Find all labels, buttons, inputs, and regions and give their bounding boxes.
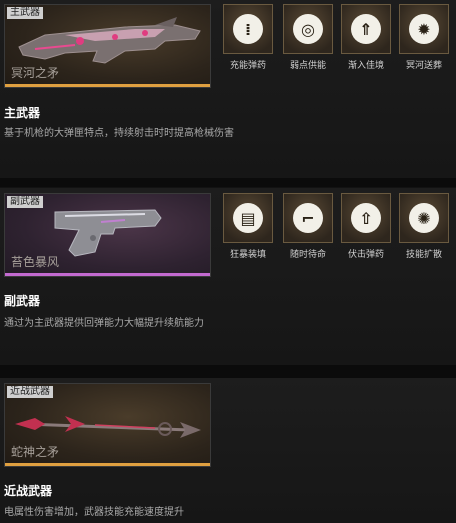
weapon-slot-tag: 近战武器: [7, 386, 53, 398]
skill-label: 伏击弹药: [347, 250, 384, 260]
skill-label: 渐入佳境: [347, 61, 384, 71]
weapon-slot-tag: 副武器: [7, 196, 43, 208]
primary-weapon-card[interactable]: 主武器 冥河之矛: [4, 4, 211, 88]
rising-shield-icon: ⇑: [351, 14, 381, 44]
section-divider: [0, 365, 456, 378]
section-description: 电属性伤害增加，武器技能充能速度提升: [4, 507, 184, 518]
skill-slot[interactable]: ⇧ 伏击弹药: [340, 193, 392, 260]
skill-icon-box: ▤: [223, 193, 273, 243]
section-divider: [0, 178, 456, 187]
burst-icon: ✺: [409, 203, 439, 233]
skill-icon-box: ⌐: [283, 193, 333, 243]
pistol-icon: ⌐: [293, 203, 323, 233]
skill-label: 狂暴装填: [229, 250, 266, 260]
card-underline: [5, 463, 210, 466]
card-underline: [5, 84, 210, 87]
arrow-up-icon: ⇧: [351, 203, 381, 233]
melee-weapon-section: 近战武器 蛇神之矛 近战武器 电属性伤害增加，武器技能充能速度提升: [0, 378, 456, 523]
skill-icon-box: ✹: [399, 4, 449, 54]
skill-label: 冥河送葬: [405, 61, 442, 71]
skill-label: 充能弹药: [229, 61, 266, 71]
section-title: 主武器: [4, 106, 41, 120]
skill-slot[interactable]: ◎ 弱点供能: [282, 4, 334, 71]
skill-slot[interactable]: ▤ 狂暴装填: [222, 193, 274, 260]
skill-icon-box: ✺: [399, 193, 449, 243]
skill-label: 随时待命: [289, 250, 326, 260]
skill-label: 弱点供能: [289, 61, 326, 71]
skill-slot[interactable]: ✺ 技能扩散: [398, 193, 450, 260]
skill-slot[interactable]: ⇑ 渐入佳境: [340, 4, 392, 71]
skill-slot[interactable]: ✹ 冥河送葬: [398, 4, 450, 71]
skill-label: 技能扩散: [405, 250, 442, 260]
weapon-name: 蛇神之矛: [11, 445, 60, 459]
section-description: 通过为主武器提供回弹能力大幅提升续航能力: [4, 318, 204, 329]
target-icon: ◎: [293, 14, 323, 44]
skill-slot[interactable]: ⁞ 充能弹药: [222, 4, 274, 71]
secondary-weapon-section: 副武器 苔色暴风 ▤ 狂暴装填 ⌐ 随时待命 ⇧ 伏击弹药 ✺ 技能扩散 副武器…: [0, 188, 456, 365]
ammo-icon: ⁞: [233, 14, 263, 44]
skill-icon-box: ◎: [283, 4, 333, 54]
weapon-name: 苔色暴风: [11, 255, 60, 269]
section-description: 基于机枪的大弹匣特点，持续射击时时提高枪械伤害: [4, 128, 234, 139]
magazine-icon: ▤: [233, 203, 263, 233]
card-underline: [5, 273, 210, 276]
section-title: 近战武器: [4, 484, 53, 498]
skill-slot[interactable]: ⌐ 随时待命: [282, 193, 334, 260]
weapon-slot-tag: 主武器: [7, 7, 43, 19]
weapon-name: 冥河之矛: [11, 66, 60, 80]
skill-icon-box: ⁞: [223, 4, 273, 54]
melee-weapon-card[interactable]: 近战武器 蛇神之矛: [4, 383, 211, 467]
skill-icon-box: ⇧: [341, 193, 391, 243]
section-title: 副武器: [4, 294, 41, 308]
skill-icon-box: ⇑: [341, 4, 391, 54]
vortex-icon: ✹: [409, 14, 439, 44]
secondary-weapon-card[interactable]: 副武器 苔色暴风: [4, 193, 211, 277]
primary-weapon-section: 主武器 冥河之矛 ⁞ 充能弹药 ◎ 弱点供能 ⇑ 渐入佳境 ✹ 冥河送葬 主武器…: [0, 0, 456, 178]
